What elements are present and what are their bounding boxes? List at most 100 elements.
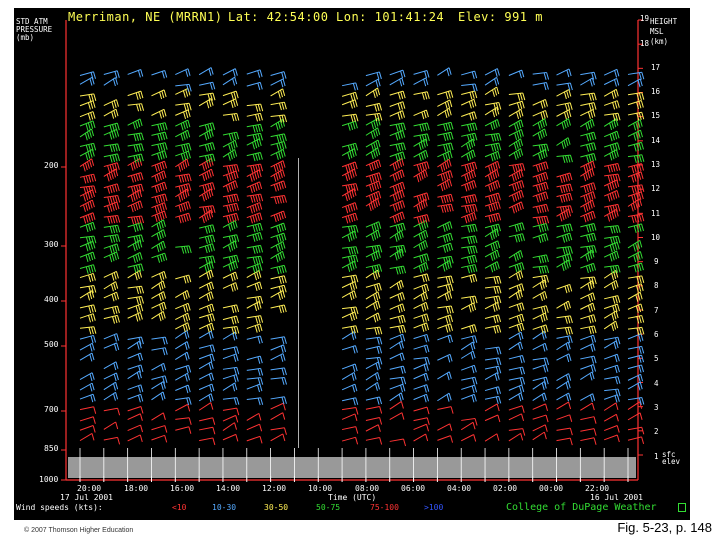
wind-barb [389,383,406,393]
wind-barb [484,324,502,334]
wind-barb [79,111,96,121]
wind-barb [532,110,549,120]
wind-barb [556,82,573,91]
wind-barb [484,201,501,213]
wind-barb [437,193,454,204]
wind-barb [151,108,167,119]
wind-barb [341,363,358,373]
wind-barb [103,436,121,445]
wind-barb [79,432,95,442]
wind-barb [604,100,620,110]
wind-barb [103,421,119,430]
wind-barb [627,141,644,152]
wind-barb [342,246,359,255]
wind-barb [603,250,620,262]
wind-barb [389,401,404,410]
wind-barb [484,142,502,152]
wind-barb [627,198,643,212]
wind-barb [556,341,571,351]
wind-barb [437,334,453,344]
wind-barb [556,89,572,100]
wind-barb [532,222,549,233]
wind-barb [389,77,405,87]
wind-barb [508,129,524,141]
wind-profiler-panel: Merriman, NE (MRRN1) Lat: 42:54:00 Lon: … [14,8,690,520]
wind-barb [103,243,120,254]
wind-barb [413,109,429,120]
wind-barb [580,153,597,163]
wind-barb [627,129,643,141]
wind-barb [461,98,477,109]
wind-barb [603,279,619,291]
wind-barb [437,221,453,233]
wind-barb [365,437,383,445]
legend-item-gt100: >100 [424,503,444,512]
wind-barb [246,244,264,254]
wind-barb [461,324,478,334]
wind-barb [603,118,619,131]
wind-barb [79,251,96,263]
wind-barb [437,99,453,110]
wind-barb [365,244,383,254]
wind-barb [222,397,240,406]
wind-barb [389,189,405,202]
wind-barb [342,306,359,315]
wind-barb [627,345,645,355]
wind-barb [199,437,216,446]
wind-barb [508,432,524,442]
legend-source: College of DuPage Weather [506,502,657,513]
wind-barb [484,414,501,423]
header-lat: Lat: 42:54:00 [228,10,329,24]
time-tick-2200: 22:00 [585,484,610,493]
wind-barb [246,193,264,203]
wind-barb [437,142,454,152]
wind-barb [556,172,573,184]
wind-barb [460,169,477,182]
wind-barb [556,232,573,243]
wind-barb [389,303,406,314]
wind-barb [389,222,406,233]
wind-barb [389,230,404,242]
wind-barb [127,172,144,183]
wind-barb [246,181,263,193]
wind-barb [461,273,478,283]
wind-barb [198,313,215,323]
wind-barb [175,372,190,382]
wind-barb [365,87,381,98]
wind-barb [389,248,404,261]
wind-barb [484,395,502,405]
wind-barb [389,69,406,79]
wind-barb [437,255,454,265]
wind-barb [103,153,121,163]
wind-barb [341,281,358,291]
wind-barb [365,127,381,140]
wind-barb [389,324,406,334]
wind-barb [151,270,167,281]
wind-barb [556,118,571,130]
wind-barb [222,212,240,223]
wind-barb [627,262,644,273]
wind-barb [508,119,524,131]
wind-barb [556,68,572,78]
wind-barb [627,275,645,284]
wind-barb [413,77,429,87]
wind-barb [484,314,502,324]
wind-barb [365,250,381,262]
wind-barb [508,250,524,262]
wind-barb [532,181,549,193]
wind-barb [627,171,644,183]
wind-barb [604,203,621,214]
wind-barb [508,100,525,110]
sfc-label-2: elev [662,457,681,466]
wind-barb [198,322,215,333]
wind-barb [437,291,453,302]
wind-barb [103,108,119,119]
wind-barb [222,254,240,264]
wind-barb [413,344,430,353]
wind-barb [556,259,571,272]
wind-barb [127,285,145,295]
wind-barb [246,232,263,242]
wind-barb [627,251,643,263]
wind-barb [413,192,430,204]
wind-barb [603,88,619,99]
